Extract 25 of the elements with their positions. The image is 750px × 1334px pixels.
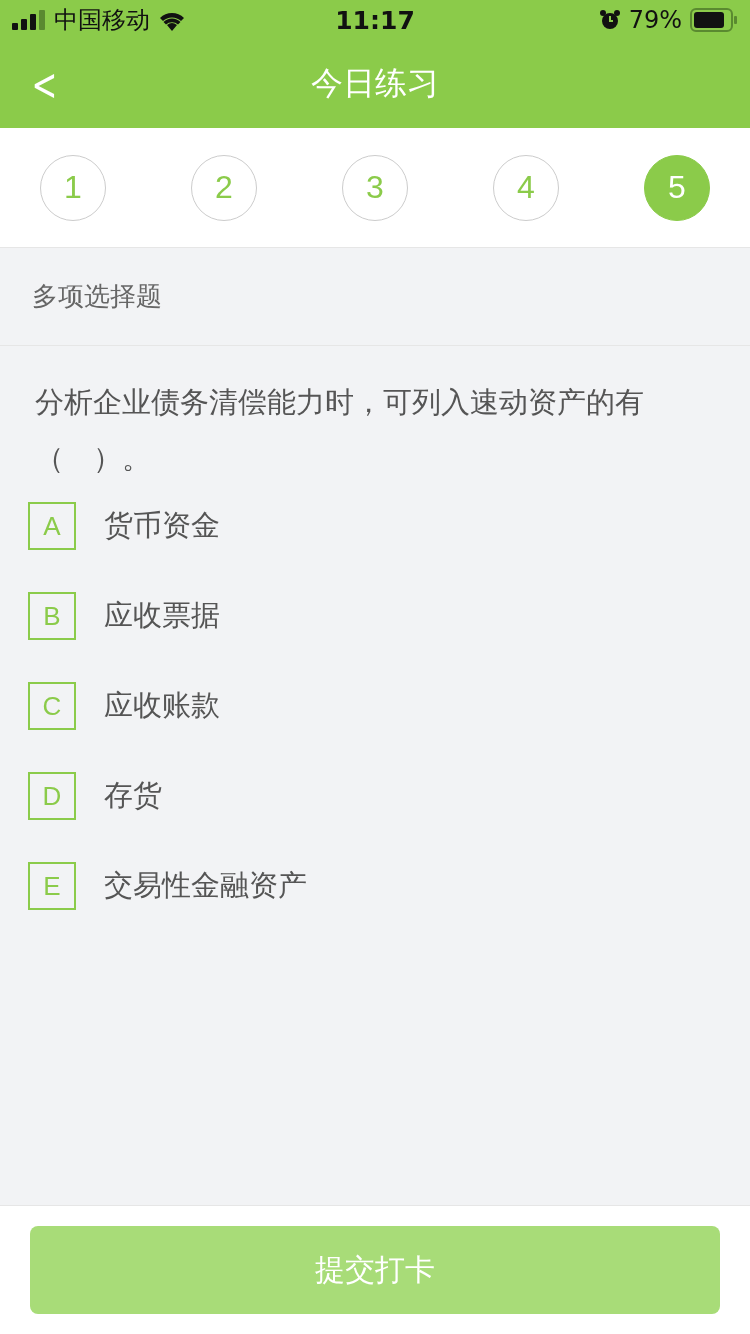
battery-percent: 79% xyxy=(628,6,682,34)
page-title: 今日练习 xyxy=(311,63,439,104)
carrier-name: 中国移动 xyxy=(54,5,150,36)
battery-icon xyxy=(690,8,738,32)
clock-time: 11:17 xyxy=(335,5,415,35)
option-letter[interactable]: B xyxy=(28,592,76,640)
option-text[interactable]: 货币资金 xyxy=(104,506,220,546)
back-button[interactable]: < xyxy=(13,58,76,110)
option-text[interactable]: 存货 xyxy=(104,776,162,816)
question-number[interactable]: 1 xyxy=(40,154,106,221)
option-letter[interactable]: C xyxy=(28,682,76,730)
question-number[interactable]: 4 xyxy=(493,154,559,221)
question-number[interactable]: 3 xyxy=(342,154,408,221)
option-text[interactable]: 应收票据 xyxy=(104,596,220,636)
option-text[interactable]: 应收账款 xyxy=(104,686,220,726)
option-letter[interactable]: D xyxy=(28,772,76,820)
option-text[interactable]: 交易性金融资产 xyxy=(104,866,307,906)
question-number[interactable]: 2 xyxy=(191,154,257,221)
question-text: 分析企业债务清偿能力时，可列入速动资产的有（ ）。 xyxy=(34,384,645,477)
option-letter[interactable]: A xyxy=(28,502,76,550)
question-number[interactable]: 5 xyxy=(644,154,710,221)
signal-icon xyxy=(12,10,46,30)
question-type: 多项选择题 xyxy=(0,248,750,346)
option-letter[interactable]: E xyxy=(28,862,76,910)
alarm-clock-icon xyxy=(598,9,621,31)
